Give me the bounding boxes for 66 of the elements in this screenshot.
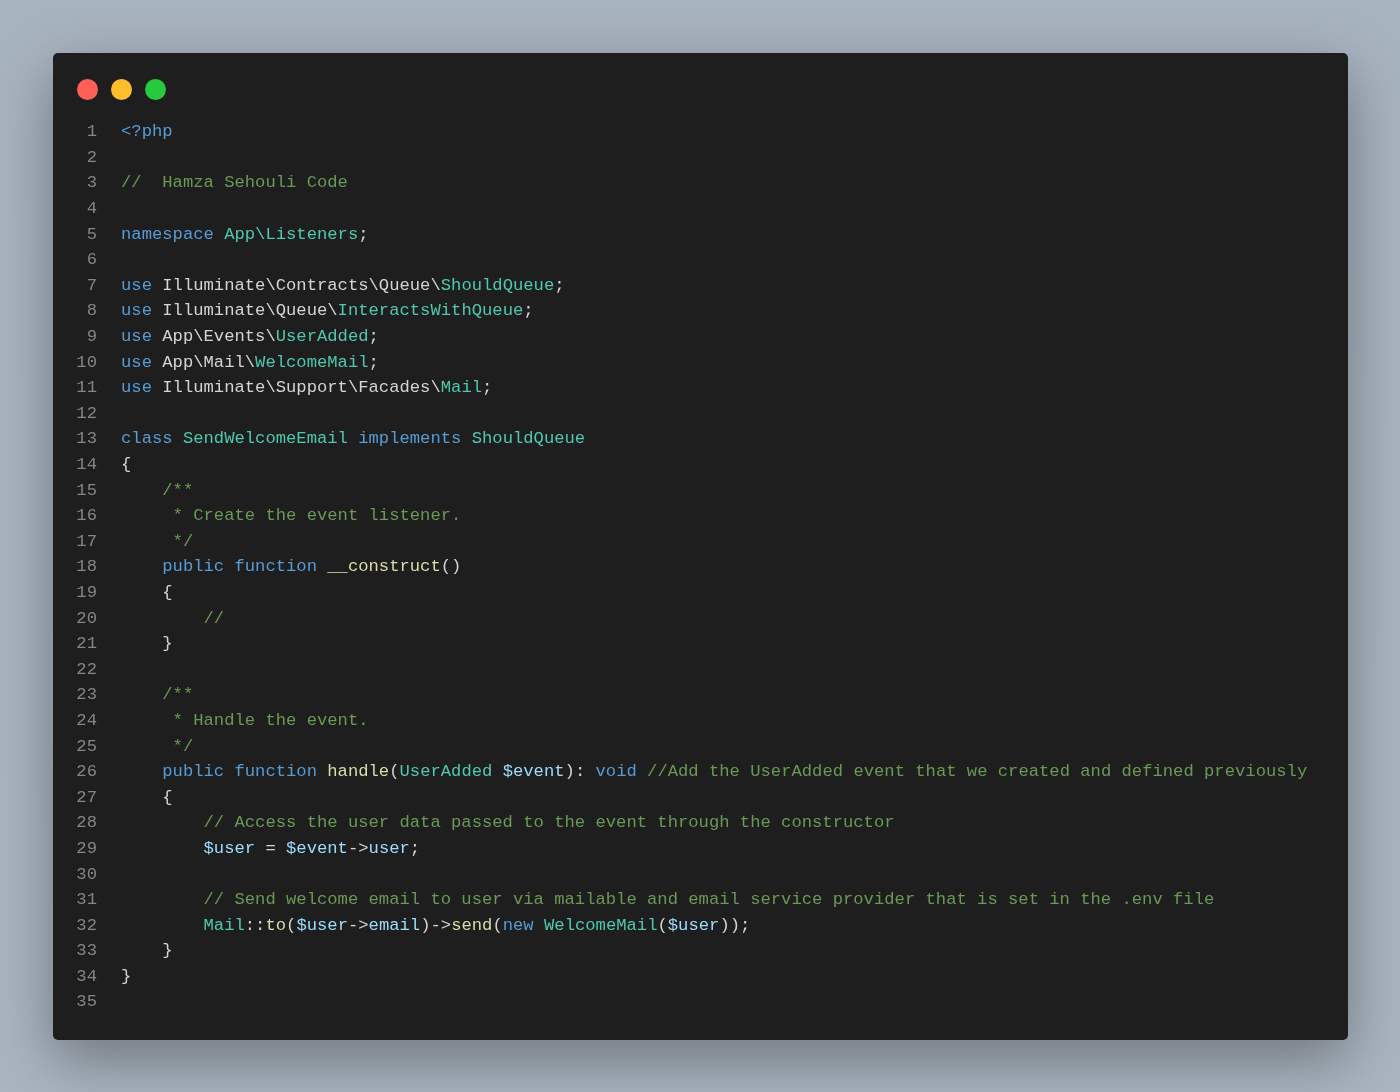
line-number: 33 — [75, 941, 97, 961]
code-line: /** — [161, 480, 194, 500]
line-number: 32 — [75, 915, 97, 935]
line-number: 25 — [75, 736, 97, 756]
line-number: 7 — [85, 275, 97, 295]
line-number: 27 — [75, 787, 97, 807]
line-number: 12 — [75, 403, 97, 423]
code-line: } — [161, 941, 173, 961]
code-line: use Illuminate\Support\Facades\Mail; — [121, 378, 493, 398]
line-number: 31 — [75, 890, 97, 910]
line-number: 11 — [75, 378, 97, 398]
code-line: } — [121, 966, 132, 986]
code-line: use Illuminate\Queue\InteractsWithQueue; — [121, 301, 534, 321]
code-line: * Handle the event. — [171, 710, 369, 730]
code-line: public function __construct() — [161, 557, 462, 577]
line-number: 28 — [75, 813, 97, 833]
line-number: 26 — [75, 762, 97, 782]
line-number: 13 — [75, 429, 97, 449]
line-number: 20 — [75, 608, 97, 628]
code-line: use App\Events\UserAdded; — [121, 327, 379, 347]
code-line: /** — [161, 685, 194, 705]
code-line: Mail::to($user->email)->send(new WelcomeMail($user)); — [202, 915, 751, 935]
code-line: // — [202, 608, 225, 628]
line-number: 2 — [85, 147, 97, 167]
code-line: <?php — [121, 122, 173, 142]
code-line: * Create the event listener. — [171, 506, 462, 526]
code-line: // Access the user data passed to the event through the constructor — [202, 813, 895, 833]
line-number: 9 — [85, 327, 97, 347]
line-number: 15 — [75, 480, 97, 500]
line-number: 34 — [75, 966, 97, 986]
code-line: namespace App\Listeners; — [121, 224, 369, 244]
code-line: { — [121, 455, 132, 474]
code-line: use App\Mail\WelcomeMail; — [121, 352, 379, 372]
line-number: 17 — [75, 531, 97, 551]
line-number: 24 — [75, 710, 97, 730]
line-number: 1 — [85, 122, 97, 142]
line-number: 21 — [75, 634, 97, 654]
code-line: { — [161, 583, 173, 602]
line-number: 30 — [75, 864, 97, 884]
line-number: 8 — [85, 301, 97, 321]
code-line: */ — [171, 531, 194, 551]
line-number: 4 — [85, 199, 97, 219]
code-line: */ — [171, 736, 194, 756]
line-number: 23 — [75, 685, 97, 705]
line-number: 35 — [75, 992, 97, 1012]
line-number: 19 — [75, 583, 97, 602]
code-line: } — [161, 634, 173, 654]
line-number: 6 — [85, 250, 97, 270]
line-number: 3 — [85, 173, 97, 193]
code-line: use Illuminate\Contracts\Queue\ShouldQueue; — [121, 275, 565, 295]
maximize-button[interactable] — [145, 79, 166, 100]
line-number: 18 — [75, 557, 97, 577]
line-number: 29 — [75, 838, 97, 858]
line-number: 14 — [75, 455, 97, 474]
code-line: // Hamza Sehouli Code — [121, 173, 348, 193]
minimize-button[interactable] — [111, 79, 132, 100]
line-number: 10 — [75, 352, 97, 372]
code-line: class SendWelcomeEmail implements ShouldQueue — [121, 429, 586, 449]
code-line: $user = $event->user; — [202, 838, 421, 858]
code-line: public function handle(UserAdded $event): void //Add the UserAdded event that we created and defined previously — [161, 762, 1308, 782]
code-line: { — [161, 787, 173, 807]
line-number: 5 — [85, 224, 97, 244]
line-number: 22 — [75, 659, 97, 679]
close-button[interactable] — [77, 79, 98, 100]
code-line: // Send welcome email to user via mailable and email service provider that is set in the .env file — [202, 890, 1215, 910]
line-number: 16 — [75, 506, 97, 526]
